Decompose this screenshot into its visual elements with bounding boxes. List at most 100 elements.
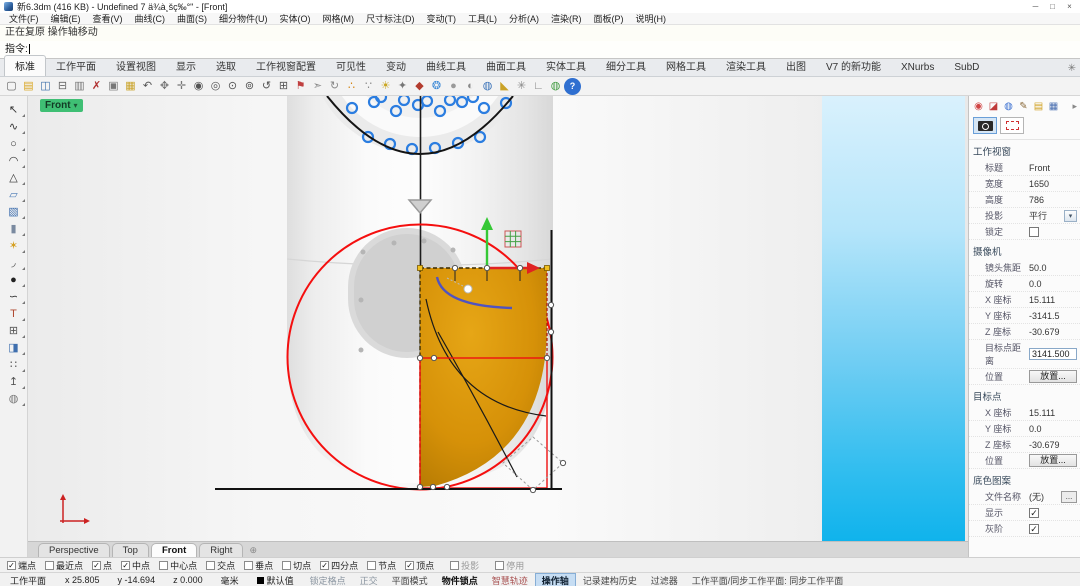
osnap-checkbox[interactable] [495,561,504,570]
viewport-menu-icon[interactable]: ▾ [74,101,78,110]
gear-tools-icon[interactable]: ✳ [513,78,530,95]
block-icon[interactable]: ⊞ [3,322,25,339]
display-panel-icon[interactable]: ◍ [1002,100,1015,113]
panel-row-value[interactable]: 0.0 [1029,424,1077,434]
toolbar-tab-9[interactable]: 曲面工具 [476,56,536,76]
osnap-checkbox[interactable] [450,561,459,570]
select-arrow-icon[interactable]: ↖ [3,101,25,118]
osnap-item-0[interactable]: ✓端点 [7,559,36,572]
close-button[interactable]: × [1061,1,1078,13]
panel-checkbox[interactable]: ✓ [1029,508,1039,518]
notes-panel-icon[interactable]: ✎ [1017,100,1030,113]
lamp-icon[interactable]: ☀ [377,78,394,95]
viewport-canvas[interactable] [28,96,968,541]
layer-indicator[interactable]: 默认值 [248,574,303,586]
minimize-button[interactable]: ─ [1027,1,1044,13]
status-toggle-3[interactable]: 物件锁点 [435,574,485,586]
control-points-on-icon[interactable]: ∴ [343,78,360,95]
undo-view-icon[interactable]: ↺ [258,78,275,95]
toolbar-tab-0[interactable]: 标准 [4,55,46,76]
browse-button[interactable]: ... [1061,491,1077,503]
menu-item-8[interactable]: 尺寸标注(D) [360,12,421,25]
panel-row-value[interactable]: 50.0 [1029,263,1077,273]
viewport-tab-right[interactable]: Right [199,543,243,557]
panel-row-value[interactable]: 平行 [1029,209,1064,222]
lock-icon[interactable]: ✦ [394,78,411,95]
boolean-icon[interactable]: ✶ [3,237,25,254]
panel-button[interactable]: 放置... [1029,370,1077,383]
panel-row-value[interactable]: -3141.5 [1029,311,1077,321]
cylinder-icon[interactable]: ▮ [3,220,25,237]
toolbar-tab-7[interactable]: 变动 [376,56,416,76]
toolbar-tab-11[interactable]: 细分工具 [596,56,656,76]
solid-edit-icon[interactable]: ◨ [3,339,25,356]
blue-gradient-surface[interactable] [822,96,965,541]
rotate-view-icon[interactable]: ↻ [326,78,343,95]
panel-row-value[interactable]: 15.111 [1029,295,1077,305]
zoom-extents-icon[interactable]: ⊚ [241,78,258,95]
array-icon[interactable]: ∷ [3,356,25,373]
panel-row-value[interactable]: 786 [1029,195,1077,205]
panel-checkbox[interactable] [1029,227,1039,237]
zoom-dynamic-icon[interactable]: ◉ [190,78,207,95]
screenshot-page-icon[interactable]: ▥ [71,78,88,95]
menu-item-0[interactable]: 文件(F) [3,12,45,25]
panel-button[interactable]: 放置... [1029,454,1077,467]
toolbar-tab-5[interactable]: 工作视窗配置 [246,56,326,76]
osnap-checkbox[interactable] [206,561,215,570]
new-viewport-tab-icon[interactable]: ⊕ [249,545,257,557]
dropdown-arrow-icon[interactable]: ▾ [1064,210,1077,222]
osnap-item-3[interactable]: ✓中点 [121,559,150,572]
panel-row-value[interactable]: -30.679 [1029,440,1077,450]
render-sphere-icon[interactable]: ◍ [479,78,496,95]
zoom-selected-icon[interactable]: ⊙ [224,78,241,95]
curve-tools-icon[interactable]: ∽ [3,288,25,305]
menu-item-4[interactable]: 曲面(S) [171,12,213,25]
toolbar-tab-8[interactable]: 曲线工具 [416,56,476,76]
control-point-curve-icon[interactable]: ∿ [3,118,25,135]
selected-surface[interactable] [420,268,547,487]
properties-panel-icon[interactable]: ◉ [972,100,985,113]
osnap-item-10[interactable]: ✓顶点 [405,559,434,572]
drop-icon[interactable]: ● [3,271,25,288]
units-button[interactable]: 毫米 [212,574,248,586]
menu-item-6[interactable]: 实体(O) [274,12,317,25]
help-icon[interactable]: ? [564,78,581,95]
toolbar-tab-15[interactable]: V7 的新功能 [816,56,891,76]
toolbar-tab-4[interactable]: 选取 [206,56,246,76]
text-icon[interactable]: T [3,305,25,322]
menu-item-10[interactable]: 工具(L) [462,12,503,25]
copy-icon[interactable]: ▣ [105,78,122,95]
fillet-icon[interactable]: ◞ [3,254,25,271]
osnap-item-6[interactable]: 垂点 [244,559,273,572]
toolbar-tab-13[interactable]: 渲染工具 [716,56,776,76]
osnap-item-9[interactable]: 节点 [367,559,396,572]
toolbar-tab-6[interactable]: 可见性 [326,56,376,76]
print-icon[interactable]: ⊟ [54,78,71,95]
osnap-item-5[interactable]: 交点 [206,559,235,572]
osnap-checkbox[interactable] [282,561,291,570]
osnap-checkbox[interactable]: ✓ [320,561,329,570]
panel-overflow-icon[interactable]: ▸ [1072,101,1077,112]
viewport-front[interactable]: Front▾ [28,96,968,541]
panel-input[interactable]: 3141.500 [1029,348,1077,360]
named-view-icon[interactable]: ⚑ [292,78,309,95]
pan-view-icon[interactable]: ➣ [309,78,326,95]
toolbar-tab-12[interactable]: 网格工具 [656,56,716,76]
rendering-panel-icon[interactable]: ▦ [1047,100,1060,113]
undo-icon[interactable]: ↶ [139,78,156,95]
shaded-mode-icon[interactable]: ◆ [411,78,428,95]
menu-item-13[interactable]: 面板(P) [588,12,630,25]
menu-item-1[interactable]: 编辑(E) [45,12,87,25]
dim-hook-icon[interactable]: ∟ [530,78,547,95]
new-file-icon[interactable]: ▢ [3,78,20,95]
osnap-item-2[interactable]: ✓点 [92,559,112,572]
move-icon[interactable]: ✛ [173,78,190,95]
viewport-tab-front[interactable]: Front [151,543,197,557]
osnap-checkbox[interactable] [367,561,376,570]
toolbar-tab-14[interactable]: 出图 [776,56,816,76]
save-icon[interactable]: ◫ [37,78,54,95]
polyline-icon[interactable]: △ [3,169,25,186]
osnap-item-4[interactable]: 中心点 [159,559,197,572]
status-toggle-1[interactable]: 正交 [353,574,385,586]
